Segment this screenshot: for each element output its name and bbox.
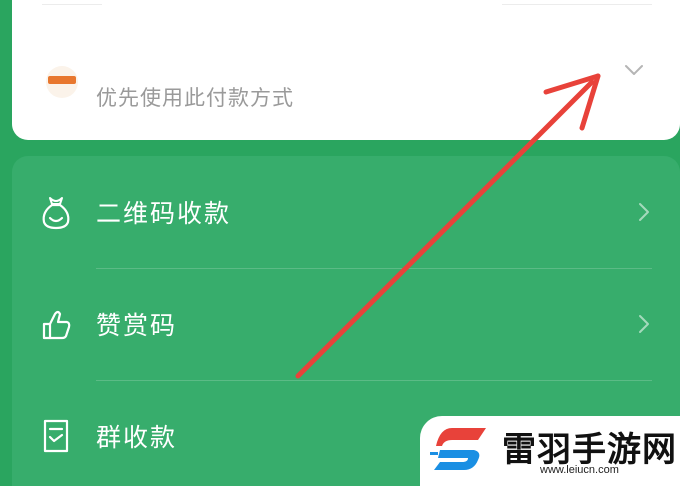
divider	[502, 4, 652, 5]
watermark-badge: 雷羽手游网 www.leiucn.com	[420, 416, 680, 486]
payment-method-card[interactable]: 优先使用此付款方式	[12, 0, 680, 140]
bank-logo	[46, 66, 78, 98]
divider	[42, 4, 102, 5]
menu-item-label: 二维码收款	[96, 199, 232, 228]
thumbs-up-icon	[42, 310, 71, 340]
bill-icon	[43, 419, 69, 453]
chevron-right-icon	[639, 203, 649, 221]
menu-item-label: 赞赏码	[96, 311, 178, 340]
menu-item-qr-collection[interactable]: 二维码收款	[12, 156, 680, 268]
menu-item-reward-code[interactable]: 赞赏码	[12, 268, 680, 380]
chevron-right-icon	[639, 315, 649, 333]
watermark-url: www.leiucn.com	[540, 464, 619, 476]
money-bag-icon	[42, 197, 70, 230]
preferred-payment-label: 优先使用此付款方式	[96, 86, 294, 110]
watermark-logo-icon	[430, 428, 486, 470]
menu-item-label: 群收款	[96, 423, 178, 452]
chevron-down-icon[interactable]	[624, 60, 644, 80]
